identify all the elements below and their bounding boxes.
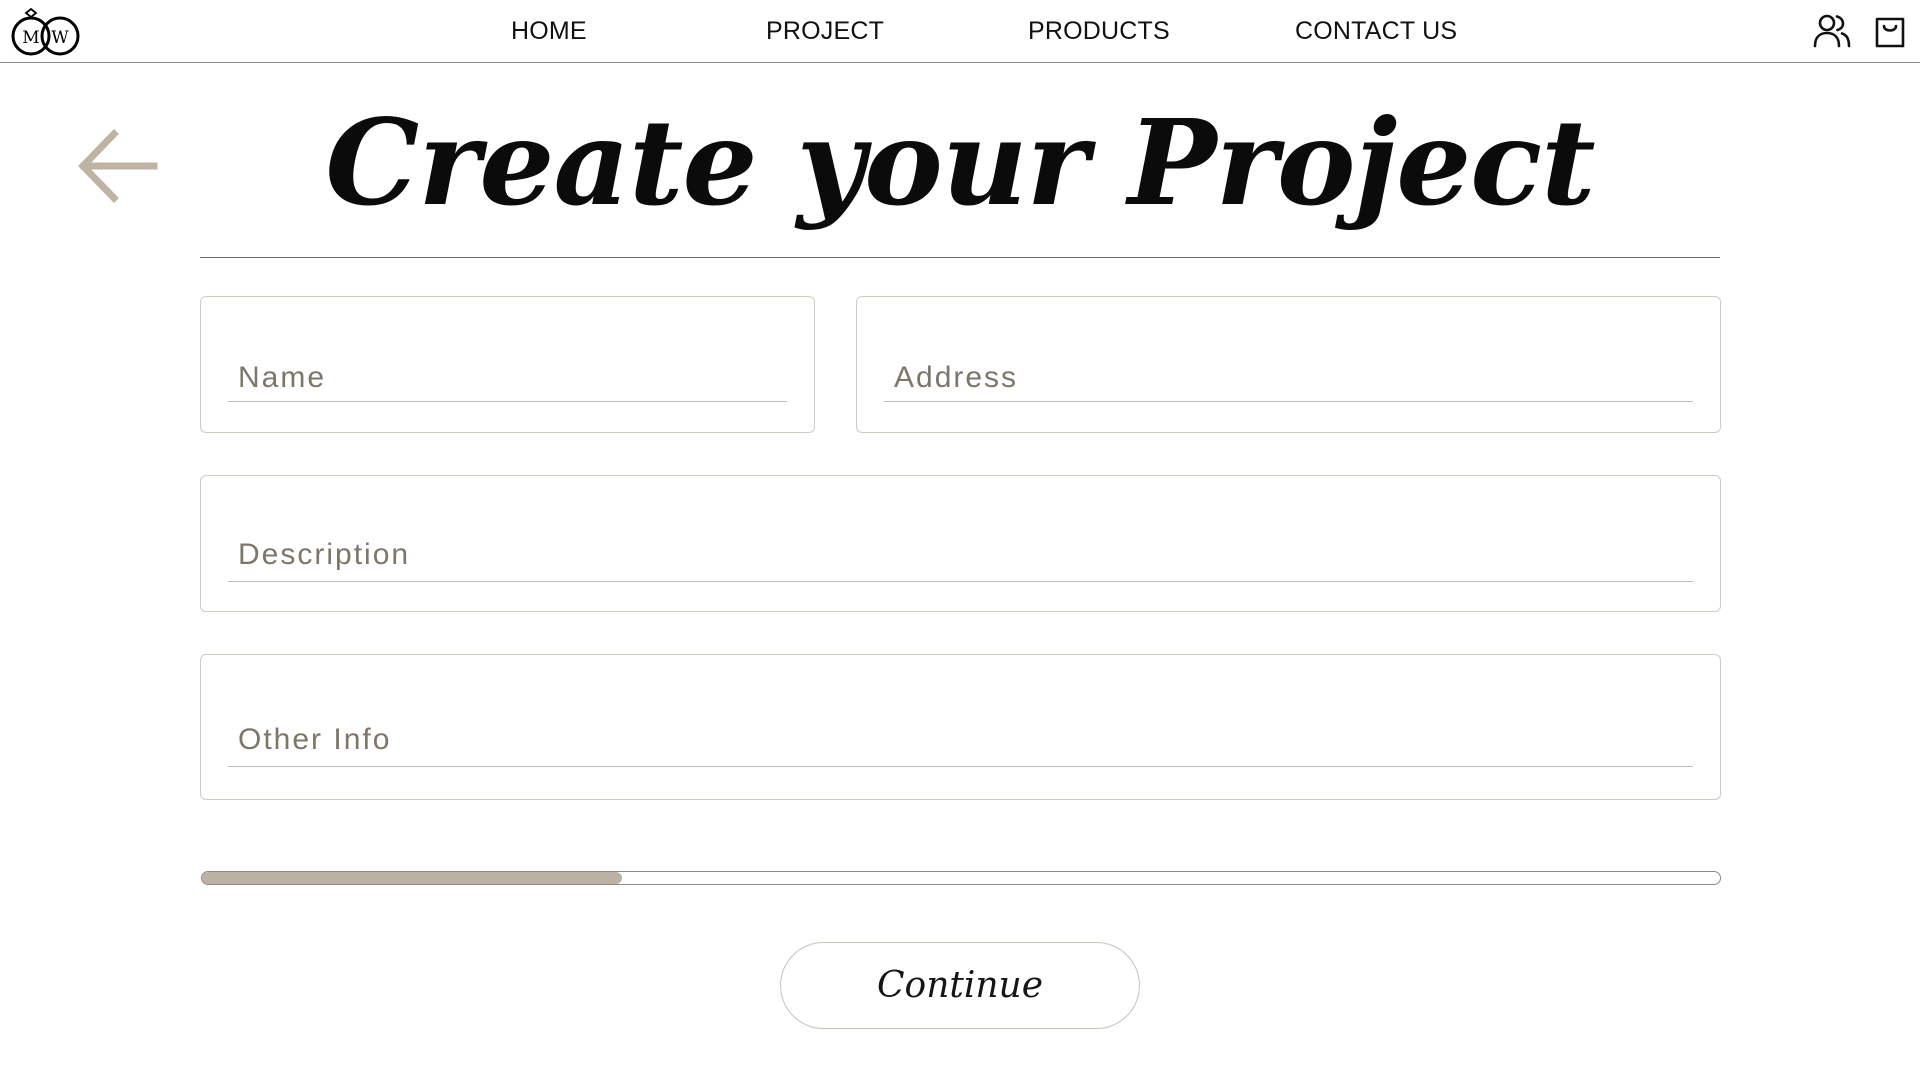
- nav-products[interactable]: PRODUCTS: [1028, 17, 1170, 46]
- name-field: [200, 296, 815, 433]
- logo-letter-w: W: [51, 28, 69, 48]
- title-divider: [200, 257, 1720, 258]
- logo[interactable]: M W: [10, 4, 84, 60]
- shopping-bag-icon: [1875, 17, 1905, 48]
- progress-fill: [202, 872, 623, 884]
- back-button[interactable]: [76, 128, 158, 204]
- nav-contact-us[interactable]: CONTACT US: [1295, 17, 1457, 46]
- logo-letter-m: M: [22, 28, 39, 48]
- users-icon: [1813, 14, 1851, 48]
- other-info-input[interactable]: [228, 723, 1693, 767]
- page-title: Create your Project: [325, 93, 1595, 232]
- account-button[interactable]: [1812, 11, 1852, 51]
- rings-logo-icon: M W: [11, 7, 80, 56]
- other-info-field: [200, 654, 1721, 800]
- address-field: [856, 296, 1721, 433]
- description-field: [200, 475, 1721, 612]
- nav-home[interactable]: HOME: [511, 17, 587, 46]
- name-input[interactable]: [228, 358, 787, 402]
- progress-bar: [201, 871, 1721, 885]
- cart-button[interactable]: [1870, 11, 1910, 51]
- top-navbar: M W HOME PROJECT PRODUCTS CONTACT US: [0, 0, 1920, 63]
- description-input[interactable]: [228, 538, 1693, 582]
- nav-project[interactable]: PROJECT: [766, 17, 884, 46]
- address-input[interactable]: [884, 358, 1693, 402]
- arrow-left-icon: [78, 129, 158, 203]
- continue-button[interactable]: Continue: [780, 942, 1140, 1029]
